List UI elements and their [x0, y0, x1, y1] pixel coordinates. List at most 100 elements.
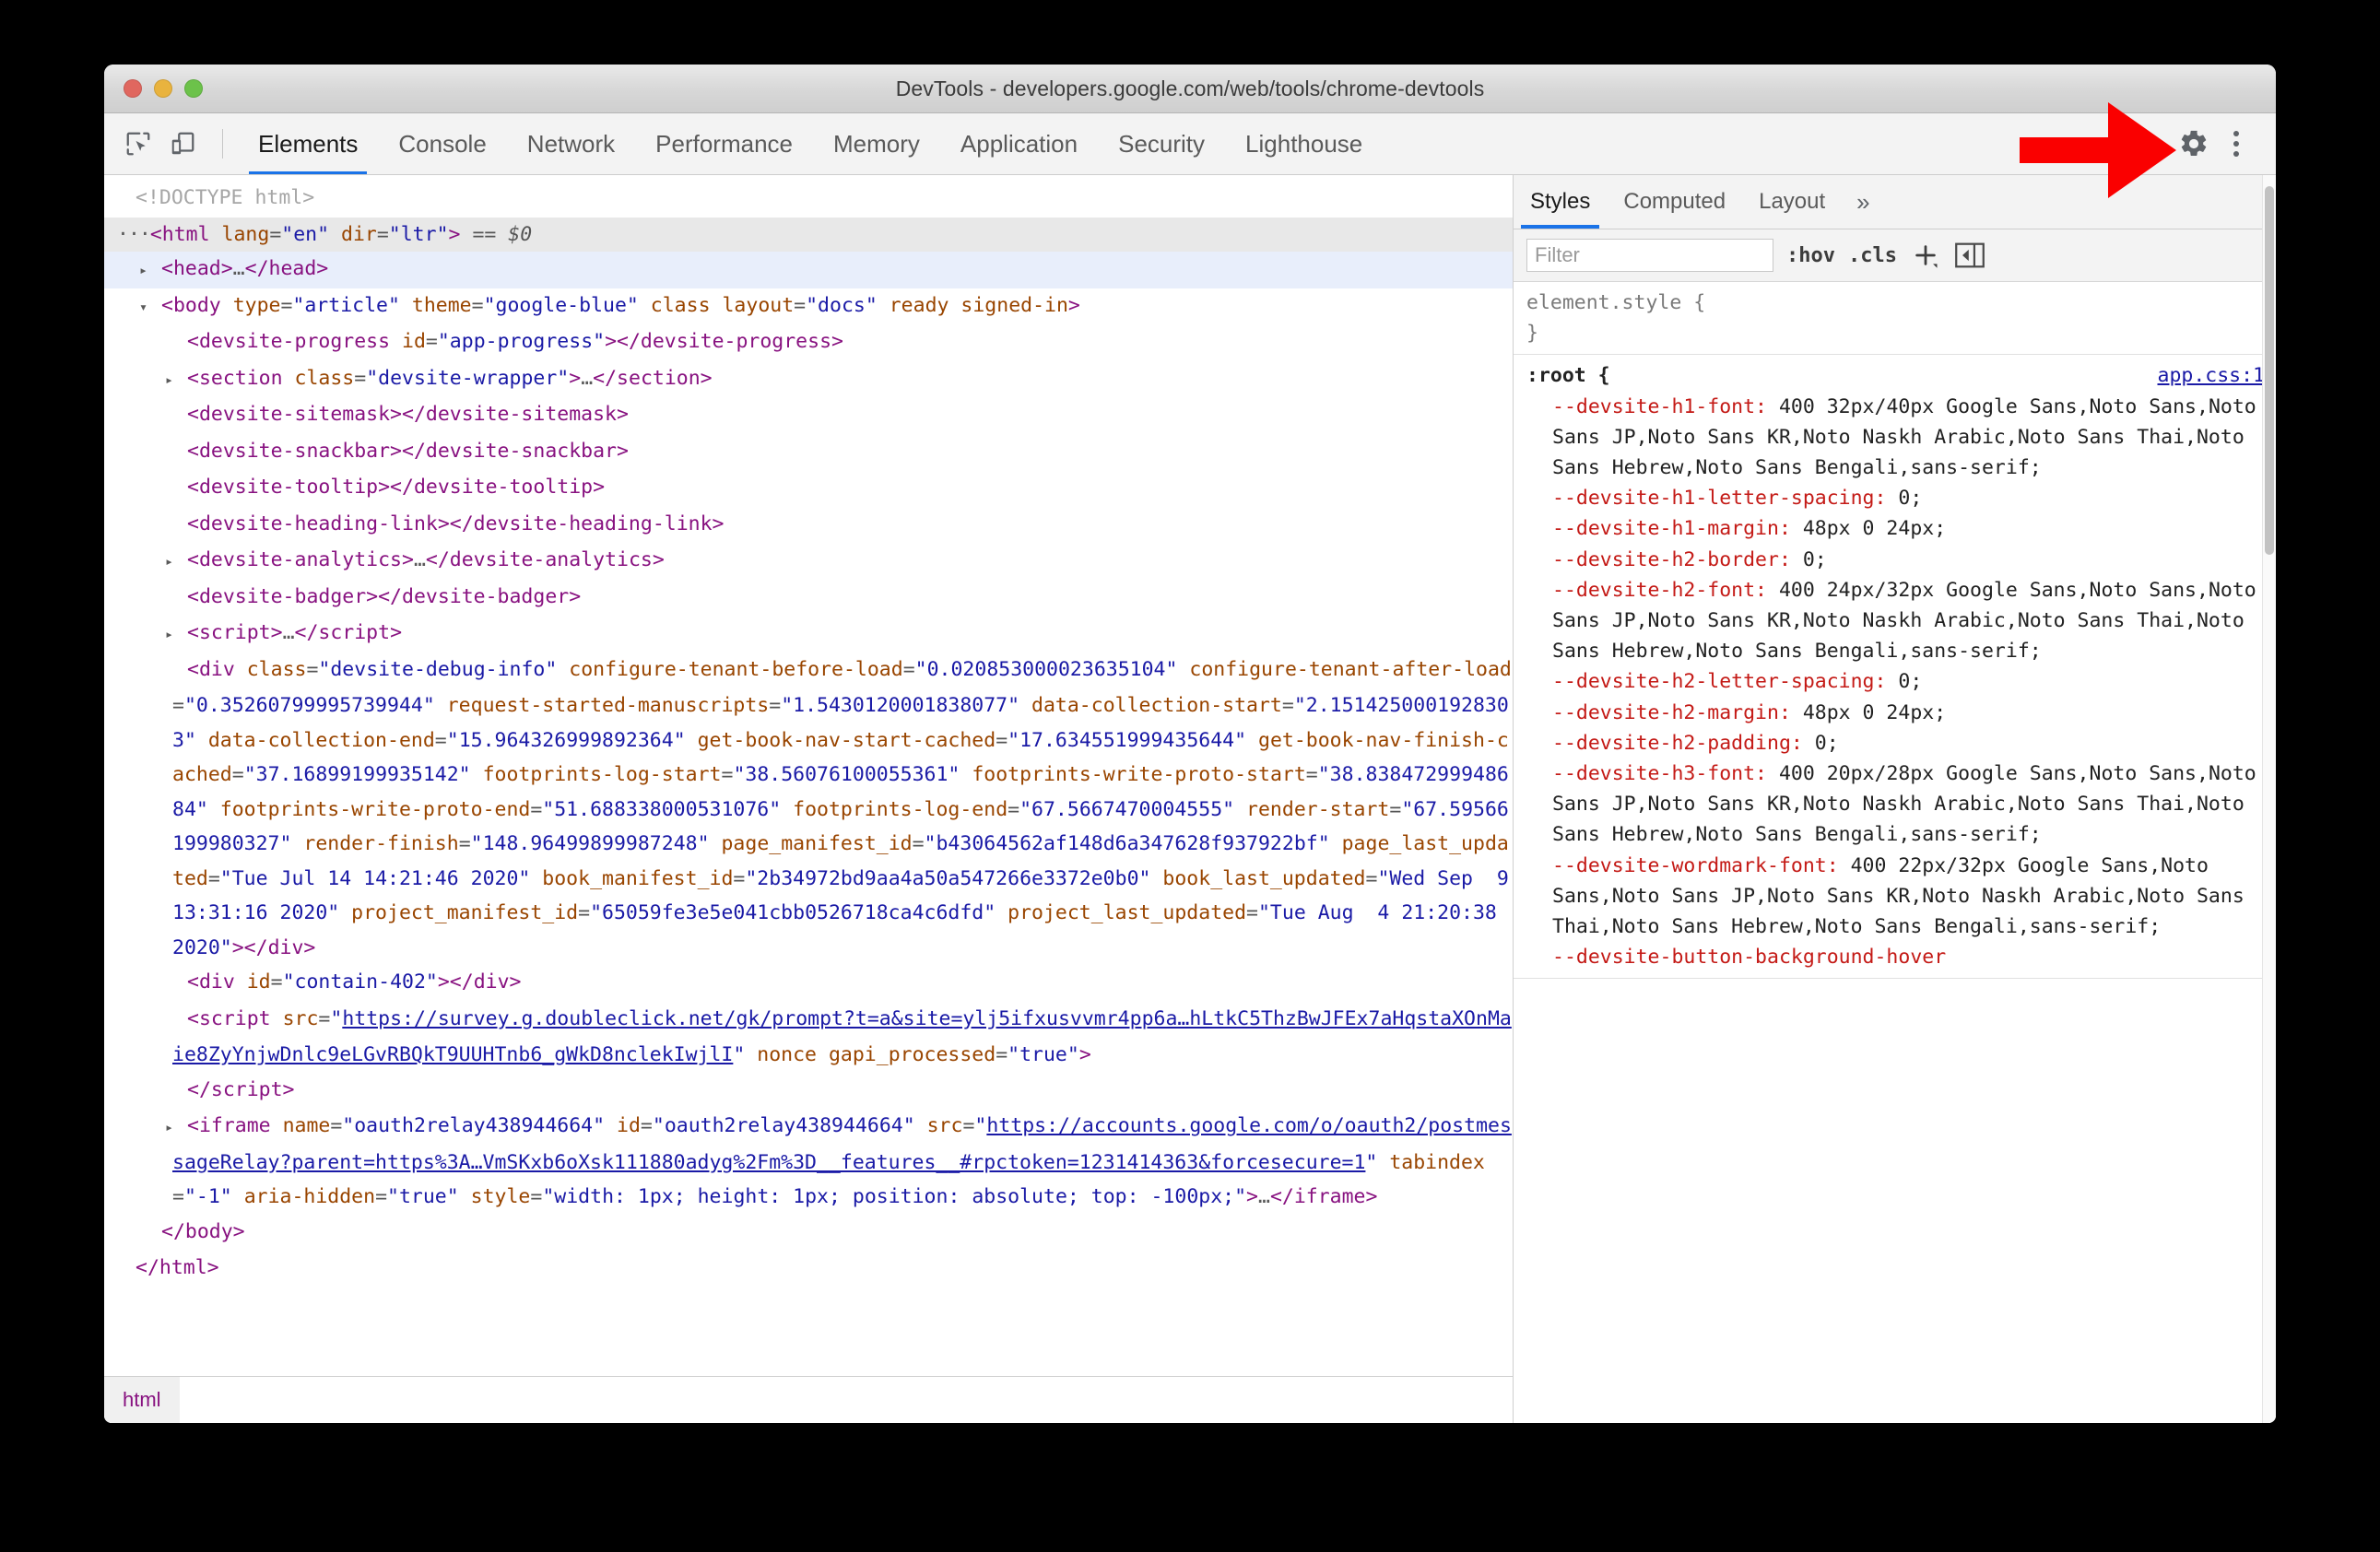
- tab-computed-label: Computed: [1623, 189, 1726, 214]
- css-property-value: 0;: [1802, 547, 1827, 571]
- styles-filter-bar: :hov .cls: [1514, 229, 2276, 282]
- more-tabs-chevron-icon[interactable]: »: [1842, 175, 1884, 229]
- css-property-name: --devsite-button-background-hover: [1552, 946, 1947, 970]
- css-property-name: --devsite-h1-margin:: [1552, 517, 1803, 541]
- expanded-ellipsis-icon: ···: [117, 222, 151, 246]
- tab-styles-label: Styles: [1530, 189, 1591, 214]
- tab-console[interactable]: Console: [378, 113, 506, 174]
- twisty-right-icon[interactable]: ▸: [165, 363, 187, 398]
- dom-tree-node[interactable]: ▸<devsite-badger></devsite-badger>: [104, 580, 1513, 617]
- tab-layout[interactable]: Layout: [1742, 175, 1842, 229]
- styles-pane: Styles Computed Layout » :hov .cls: [1514, 175, 2276, 1423]
- no-twisty: ▸: [169, 472, 187, 507]
- css-property-value: 48px 0 24px;: [1802, 517, 1947, 541]
- zoom-window-button[interactable]: [184, 79, 203, 98]
- no-twisty: ▸: [169, 1075, 187, 1110]
- twisty-down-icon[interactable]: ▾: [139, 290, 161, 325]
- tab-styles[interactable]: Styles: [1514, 175, 1607, 229]
- tab-security-label: Security: [1118, 129, 1206, 158]
- css-rule-close-brace: }: [1526, 322, 1538, 346]
- tab-console-label: Console: [398, 129, 487, 158]
- dom-tree-node[interactable]: ▸</script>: [104, 1073, 1513, 1110]
- css-declaration[interactable]: --devsite-h1-margin: 48px 0 24px;: [1526, 513, 2265, 544]
- twisty-right-icon[interactable]: ▸: [165, 1111, 187, 1146]
- cls-toggle-button[interactable]: .cls: [1848, 244, 1897, 267]
- gear-icon[interactable]: [2174, 124, 2213, 163]
- css-declaration[interactable]: --devsite-button-background-hover: [1526, 942, 2265, 972]
- css-declaration[interactable]: --devsite-h2-font: 400 24px/32px Google …: [1526, 575, 2265, 667]
- plus-icon[interactable]: [1910, 240, 1941, 271]
- tab-computed[interactable]: Computed: [1607, 175, 1742, 229]
- css-rule-selector: element.style {: [1526, 291, 1706, 314]
- dom-tree-node[interactable]: ▸<devsite-heading-link></devsite-heading…: [104, 507, 1513, 544]
- twisty-right-icon[interactable]: ▸: [165, 617, 187, 653]
- css-declaration[interactable]: --devsite-h2-padding: 0;: [1526, 728, 2265, 758]
- css-rule[interactable]: element.style {}: [1514, 282, 2276, 356]
- styles-tab-strip: Styles Computed Layout »: [1514, 175, 2276, 229]
- no-twisty: ▸: [117, 182, 135, 218]
- panel-tab-strip: Elements Console Network Performance Mem…: [238, 113, 1383, 174]
- tab-application[interactable]: Application: [940, 113, 1098, 174]
- css-property-name: --devsite-wordmark-font:: [1552, 853, 1851, 877]
- dom-tree-node[interactable]: ▾ <body type="article" theme="google-blue…: [104, 288, 1513, 325]
- devtools-toolbar: Elements Console Network Performance Mem…: [104, 102, 2276, 198]
- dom-tree-node[interactable]: ▸ <head>…</head>: [104, 252, 1513, 288]
- hov-toggle-button[interactable]: :hov: [1786, 244, 1835, 267]
- dom-tree-node[interactable]: ▸</html>: [104, 1251, 1513, 1287]
- twisty-right-icon[interactable]: ▸: [165, 545, 187, 580]
- css-declaration[interactable]: --devsite-wordmark-font: 400 22px/32px G…: [1526, 851, 2265, 943]
- css-property-name: --devsite-h2-letter-spacing:: [1552, 670, 1899, 694]
- more-tabs-label: »: [1856, 187, 1870, 216]
- close-window-button[interactable]: [124, 79, 142, 98]
- dom-tree-node[interactable]: ▸<devsite-sitemask></devsite-sitemask>: [104, 397, 1513, 434]
- tab-network[interactable]: Network: [507, 113, 635, 174]
- window-traffic-lights: [124, 79, 203, 98]
- tab-lighthouse[interactable]: Lighthouse: [1225, 113, 1383, 174]
- dom-tree-node[interactable]: ▸ <script>…</script>: [104, 616, 1513, 653]
- dom-tree-node[interactable]: ▸<devsite-tooltip></devsite-tooltip>: [104, 470, 1513, 507]
- dom-tree[interactable]: ▸<!DOCTYPE html>···<html lang="en" dir="…: [104, 175, 1513, 1376]
- css-declaration[interactable]: --devsite-h2-letter-spacing: 0;: [1526, 666, 2265, 697]
- css-declaration[interactable]: --devsite-h1-font: 400 32px/40px Google …: [1526, 392, 2265, 484]
- device-toolbar-icon[interactable]: [163, 124, 202, 163]
- dom-tree-node[interactable]: ···<html lang="en" dir="ltr"> == $0: [104, 217, 1513, 252]
- toolbar-right-controls: [2174, 124, 2276, 163]
- dom-tree-node[interactable]: ▸<devsite-progress id="app-progress"></d…: [104, 324, 1513, 361]
- toggle-element-state-icon[interactable]: [1954, 240, 1985, 271]
- css-declaration[interactable]: --devsite-h3-font: 400 20px/28px Google …: [1526, 758, 2265, 851]
- css-declaration[interactable]: --devsite-h2-margin: 48px 0 24px;: [1526, 698, 2265, 728]
- dom-tree-node[interactable]: ▸<div id="contain-402"></div>: [104, 965, 1513, 1002]
- twisty-right-icon[interactable]: ▸: [139, 253, 161, 288]
- styles-scrollbar[interactable]: [2262, 175, 2276, 1423]
- dom-tree-node[interactable]: ▸<script src="https://survey.g.doublecli…: [104, 1002, 1513, 1073]
- dom-tree-node[interactable]: ▸ <devsite-analytics>…</devsite-analytics…: [104, 543, 1513, 580]
- css-declaration[interactable]: --devsite-h1-letter-spacing: 0;: [1526, 483, 2265, 513]
- styles-filter-input[interactable]: [1526, 239, 1773, 272]
- tab-performance-label: Performance: [655, 129, 793, 158]
- dom-tree-node[interactable]: ▸<!DOCTYPE html>: [104, 181, 1513, 218]
- tab-elements[interactable]: Elements: [238, 113, 378, 174]
- inspect-element-icon[interactable]: [119, 124, 158, 163]
- minimize-window-button[interactable]: [154, 79, 172, 98]
- window-title: DevTools - developers.google.com/web/too…: [895, 76, 1485, 100]
- no-twisty: ▸: [169, 1004, 187, 1039]
- toolbar-divider: [222, 129, 223, 159]
- css-declaration[interactable]: --devsite-h2-border: 0;: [1526, 545, 2265, 575]
- tab-security[interactable]: Security: [1098, 113, 1225, 174]
- no-twisty: ▸: [143, 1217, 161, 1252]
- css-rule-origin-link[interactable]: app.css:1: [2158, 360, 2266, 391]
- no-twisty: ▸: [169, 509, 187, 544]
- kebab-menu-icon[interactable]: [2217, 124, 2256, 163]
- dom-tree-node[interactable]: ▸ <iframe name="oauth2relay438944664" id=…: [104, 1109, 1513, 1215]
- dom-tree-node[interactable]: ▸ <section class="devsite-wrapper">…</sec…: [104, 361, 1513, 398]
- styles-rule-list[interactable]: element.style {}:root {app.css:1 --devsit…: [1514, 282, 2276, 1423]
- tab-performance[interactable]: Performance: [635, 113, 813, 174]
- tab-network-label: Network: [526, 129, 616, 158]
- breadcrumb-item-html[interactable]: html: [104, 1377, 180, 1423]
- dom-tree-node[interactable]: ▸</body>: [104, 1215, 1513, 1252]
- dom-tree-node[interactable]: ▸<devsite-snackbar></devsite-snackbar>: [104, 434, 1513, 471]
- css-rule[interactable]: :root {app.css:1 --devsite-h1-font: 400 3…: [1514, 355, 2276, 980]
- tab-memory[interactable]: Memory: [813, 113, 940, 174]
- dom-tree-node[interactable]: ▸<div class="devsite-debug-info" configu…: [104, 653, 1513, 966]
- css-property-name: --devsite-h2-padding:: [1552, 731, 1815, 755]
